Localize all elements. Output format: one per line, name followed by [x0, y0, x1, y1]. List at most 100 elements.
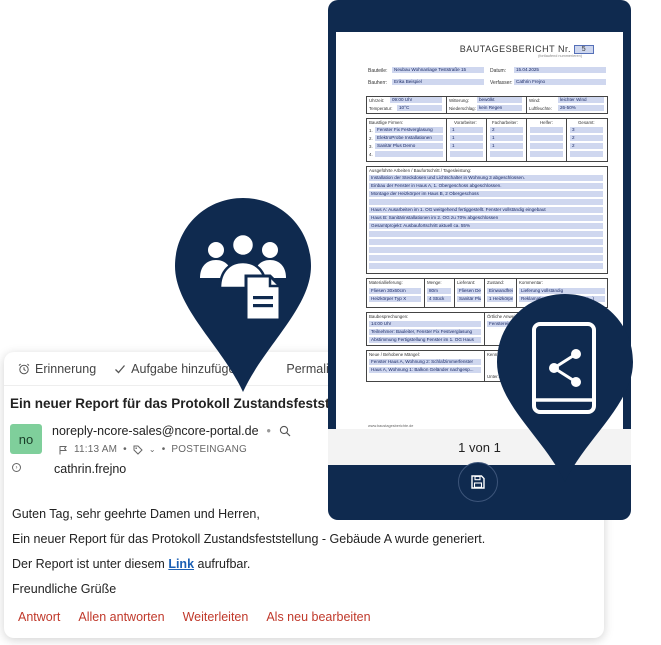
- row-number: 2.: [369, 136, 373, 141]
- separator-dot: •: [123, 444, 127, 455]
- label-total: Gesamt:: [578, 120, 595, 125]
- field-material-2[interactable]: Heizkörper Typ X: [369, 296, 421, 302]
- label-wind: Wind:: [529, 98, 541, 103]
- label-supplier: Lieferant:: [457, 280, 476, 285]
- work-line-empty[interactable]: [369, 239, 603, 245]
- tag-icon[interactable]: [133, 445, 143, 455]
- team-document-icon: [175, 198, 311, 392]
- body-line-2-start: Der Report ist unter diesem: [12, 557, 165, 571]
- doc-number[interactable]: 5: [574, 45, 594, 55]
- field-client[interactable]: Erika Beispiel: [392, 79, 484, 85]
- defect-line-1[interactable]: Fenster Haus A, Wohnung 2: Schlafzimmerf…: [369, 359, 481, 365]
- work-line-2[interactable]: Einbau der Fenster in Haus A, 1. Oberges…: [369, 183, 603, 189]
- reply-button[interactable]: Antwort: [18, 610, 60, 624]
- label-material: Materiallieferung:: [369, 280, 403, 285]
- field-helpers-2[interactable]: [530, 135, 563, 141]
- work-line-4[interactable]: [369, 199, 603, 205]
- field-humidity[interactable]: 26-50%: [558, 105, 604, 111]
- field-total-2[interactable]: 2: [570, 135, 603, 141]
- field-quantity-1[interactable]: 80m: [427, 288, 451, 294]
- divider: [566, 118, 567, 162]
- field-firm-1[interactable]: Fenster Fix Festverglasung: [375, 127, 443, 133]
- field-total-1[interactable]: 3: [570, 127, 603, 133]
- save-button[interactable]: [458, 462, 498, 502]
- field-firm-3[interactable]: Sanitär Plus Demo: [375, 143, 443, 149]
- work-line-empty[interactable]: [369, 247, 603, 253]
- sender-address[interactable]: noreply-ncore-sales@ncore-portal.de: [52, 424, 259, 438]
- forward-button[interactable]: Weiterleiten: [183, 610, 249, 624]
- email-meta: 11:13 AM • ⌄ • POSTEINGANG: [58, 444, 247, 455]
- separator-dot: •: [161, 444, 166, 455]
- field-project[interactable]: Neubau Wohnanlage Teststraße 15: [392, 67, 484, 73]
- chevron-down-icon[interactable]: ⌄: [149, 445, 156, 454]
- field-foremen-3[interactable]: 1: [450, 143, 483, 149]
- label-humidity: Luftfeuchte:: [529, 106, 552, 111]
- label-project: Bauteile:: [368, 68, 388, 74]
- stage: Erinnerung Aufgabe hinzufügen Permalink …: [0, 0, 661, 645]
- field-firm-2[interactable]: ElektroProbe Installationen: [375, 135, 443, 141]
- email-actions: Antwort Allen antworten Weiterleiten Als…: [18, 610, 371, 624]
- work-line-1[interactable]: Installation der Steckdosen und Lichtsch…: [369, 175, 603, 181]
- label-author: Verfasser:: [490, 80, 513, 86]
- field-supplier-2[interactable]: Sanitär Plus: [457, 296, 481, 302]
- field-material-1[interactable]: Fliesen 30x60cm: [369, 288, 421, 294]
- work-line-3[interactable]: Montage der Heizkörper im Haus B, 2 Ober…: [369, 191, 603, 197]
- field-wind[interactable]: leichter Wind: [558, 97, 604, 103]
- body-line-2-end: aufrufbar.: [197, 557, 251, 571]
- flag-icon[interactable]: [58, 445, 68, 455]
- work-line-empty[interactable]: [369, 255, 603, 261]
- edit-as-new-button[interactable]: Als neu bearbeiten: [266, 610, 370, 624]
- sender-row: noreply-ncore-sales@ncore-portal.de •: [52, 424, 291, 438]
- field-time[interactable]: 09:00 Uhr: [390, 97, 442, 103]
- divider: [424, 278, 425, 308]
- meeting-line-2[interactable]: Teilnehmer: Bauleiter, Fenster Fix Festv…: [369, 329, 481, 335]
- label-helpers: Helfer:: [540, 120, 553, 125]
- label-foremen: Vorarbeiter:: [454, 120, 477, 125]
- work-line-empty[interactable]: [369, 263, 603, 269]
- email-time: 11:13 AM: [74, 444, 118, 455]
- field-skilled-4[interactable]: [490, 151, 523, 157]
- field-foremen-1[interactable]: 1: [450, 127, 483, 133]
- field-date[interactable]: 15.04.2025: [514, 67, 606, 73]
- team-document-pin: [172, 196, 314, 394]
- separator-dot: •: [266, 424, 271, 438]
- field-helpers-4[interactable]: [530, 151, 563, 157]
- field-supplier-1[interactable]: Fliesen Den: [457, 288, 481, 294]
- field-foremen-2[interactable]: 1: [450, 135, 483, 141]
- field-skilled-1[interactable]: 2: [490, 127, 523, 133]
- defect-line-2[interactable]: Haus A, Wohnung 1: Balkon Geländer nachg…: [369, 367, 481, 373]
- field-foremen-4[interactable]: [450, 151, 483, 157]
- field-skilled-3[interactable]: 1: [490, 143, 523, 149]
- field-precip[interactable]: kein Regen: [477, 105, 522, 111]
- report-link[interactable]: Link: [168, 557, 194, 571]
- reply-all-button[interactable]: Allen antworten: [78, 610, 164, 624]
- field-temp[interactable]: 10°C: [397, 105, 442, 111]
- chevron-right-icon[interactable]: ›: [12, 463, 21, 472]
- work-line-5[interactable]: Haus A: Ausarbeiten im 1. OG weitgehend …: [369, 207, 603, 213]
- field-author[interactable]: Cathrin Frejno: [514, 79, 606, 85]
- field-weather[interactable]: bewölkt: [477, 97, 522, 103]
- row-number: 3.: [369, 144, 373, 149]
- field-firm-4[interactable]: [375, 151, 443, 157]
- work-line-6[interactable]: Haus B: Sanitärinstallationen im 2. OG z…: [369, 215, 603, 221]
- label-comment: Kommentar:: [519, 280, 543, 285]
- search-icon[interactable]: [279, 425, 291, 437]
- doc-subtitle: (fortlaufend nummerieren): [538, 54, 582, 58]
- field-total-3[interactable]: 2: [570, 143, 603, 149]
- field-helpers-1[interactable]: [530, 127, 563, 133]
- field-quantity-2[interactable]: 4 Stück: [427, 296, 451, 302]
- doc-title-text: BAUTAGESBERICHT Nr.: [459, 44, 571, 54]
- field-skilled-2[interactable]: 1: [490, 135, 523, 141]
- work-line-empty[interactable]: [369, 231, 603, 237]
- field-total-4[interactable]: [570, 151, 603, 157]
- reminder-button[interactable]: Erinnerung: [18, 362, 96, 376]
- work-line-7[interactable]: Gesamtprojekt: Ausbaufortschritt aktuell…: [369, 223, 603, 229]
- body-line-1: Ein neuer Report für das Protokoll Zusta…: [12, 532, 486, 546]
- body-line-2: Der Report ist unter diesem Link aufrufb…: [12, 552, 485, 577]
- email-folder: POSTEINGANG: [171, 444, 247, 455]
- field-helpers-3[interactable]: [530, 143, 563, 149]
- email-subject: Ein neuer Report für das Protokoll Zusta…: [10, 396, 378, 411]
- meeting-line-3[interactable]: Abstimmung Fertigstellung Fenster im 1. …: [369, 337, 481, 343]
- meeting-line-1[interactable]: 14:00 Uhr: [369, 321, 481, 327]
- phone-share-icon: [497, 294, 633, 482]
